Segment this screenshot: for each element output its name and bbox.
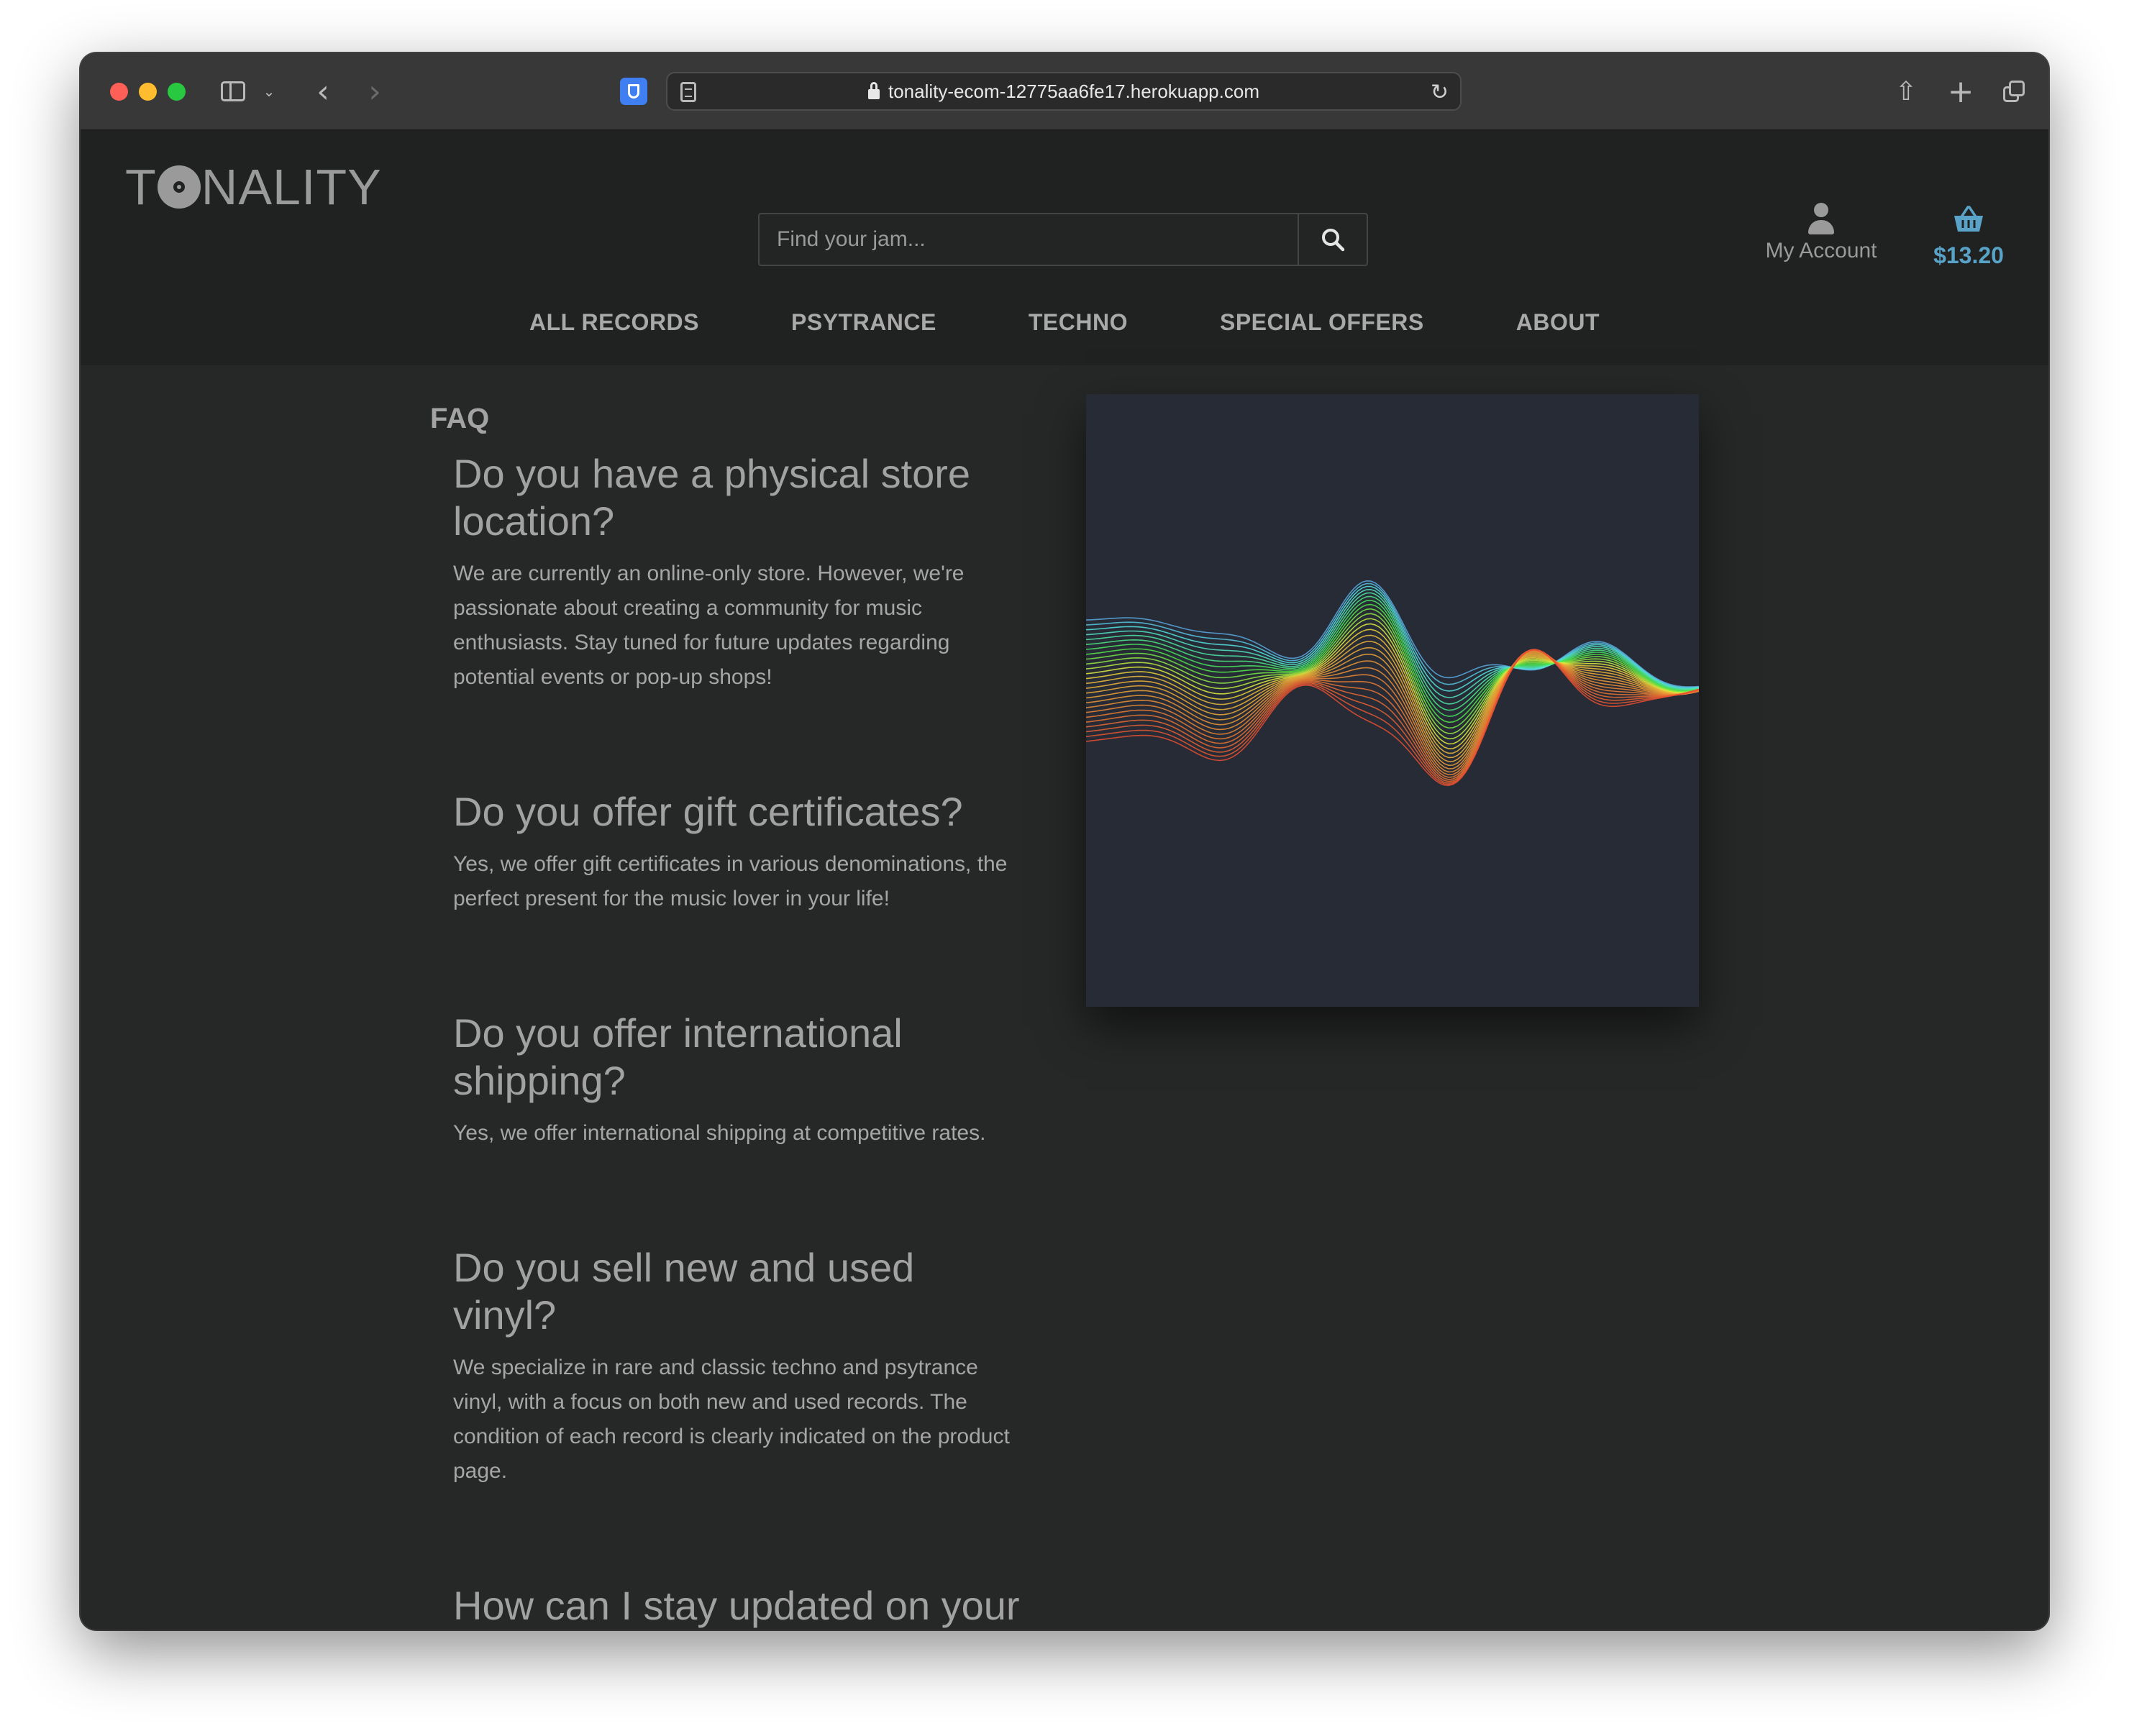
site-header: T NALITY My Account $13.20 bbox=[81, 131, 2048, 365]
shopping-basket-link[interactable]: $13.20 bbox=[1915, 204, 2023, 269]
nav-about[interactable]: ABOUT bbox=[1470, 301, 1646, 344]
close-window-button[interactable] bbox=[110, 83, 128, 101]
sound-wave-graphic bbox=[1085, 580, 1700, 787]
forward-arrow-icon[interactable]: › bbox=[364, 73, 386, 110]
faq-question: How can I stay updated on your latest ar… bbox=[453, 1583, 1020, 1628]
nav-all-records[interactable]: ALL RECORDS bbox=[483, 301, 745, 344]
user-icon bbox=[1807, 203, 1836, 236]
zoom-window-button[interactable] bbox=[168, 83, 186, 101]
faq-item: Do you sell new and used vinyl? We speci… bbox=[453, 1244, 1029, 1489]
share-icon[interactable]: ⇧ bbox=[1892, 75, 1920, 108]
faq-answer: Yes, we offer international shipping at … bbox=[453, 1121, 986, 1145]
reload-icon[interactable]: ↻ bbox=[1431, 80, 1449, 105]
faq-list: Do you have a physical store location? W… bbox=[453, 450, 1029, 1630]
password-manager-extension-icon[interactable] bbox=[620, 78, 647, 105]
faq-answer: Yes, we offer gift certificates in vario… bbox=[453, 852, 1008, 910]
search-icon bbox=[1322, 229, 1345, 252]
basket-icon bbox=[1954, 206, 1983, 232]
my-account-link[interactable]: My Account bbox=[1735, 203, 1907, 263]
lock-icon bbox=[867, 82, 880, 99]
tab-overview-icon[interactable] bbox=[1998, 75, 2030, 108]
url-text: tonality-ecom-12775aa6fe17.herokuapp.com bbox=[888, 80, 1259, 102]
vinyl-disc-logo-icon bbox=[157, 165, 201, 209]
nav-psytrance[interactable]: PSYTRANCE bbox=[745, 301, 983, 344]
browser-window: ⌄ ‹ › tonality-ecom-12775aa6fe17.herokua… bbox=[81, 53, 2048, 1630]
main-navigation: ALL RECORDS PSYTRANCE TECHNO SPECIAL OFF… bbox=[81, 301, 2048, 344]
new-tab-plus-icon[interactable]: + bbox=[1946, 73, 1975, 110]
cart-total: $13.20 bbox=[1933, 242, 2004, 268]
faq-item: Do you offer gift certificates? Yes, we … bbox=[453, 788, 1029, 916]
page-content: FAQ Do you have a physical store locatio… bbox=[81, 365, 2048, 1630]
faq-question: Do you offer gift certificates? bbox=[453, 789, 963, 834]
faq-question: Do you have a physical store location? bbox=[453, 451, 971, 544]
chevron-down-icon[interactable]: ⌄ bbox=[262, 75, 276, 108]
page-title: FAQ bbox=[430, 403, 490, 434]
nav-special-offers[interactable]: SPECIAL OFFERS bbox=[1174, 301, 1470, 344]
faq-answer: We are currently an online-only store. H… bbox=[453, 562, 965, 689]
search-form bbox=[758, 213, 1368, 266]
sidebar-toggle-icon[interactable] bbox=[219, 75, 247, 108]
minimize-window-button[interactable] bbox=[139, 83, 157, 101]
wave-line bbox=[1085, 649, 1700, 784]
sound-wave-illustration bbox=[1085, 394, 1700, 1007]
browser-toolbar: ⌄ ‹ › tonality-ecom-12775aa6fe17.herokua… bbox=[81, 53, 2048, 131]
faq-item: How can I stay updated on your latest ar… bbox=[453, 1582, 1029, 1630]
account-label: My Account bbox=[1765, 239, 1877, 262]
site-logo[interactable]: T NALITY bbox=[125, 158, 382, 216]
nav-techno[interactable]: TECHNO bbox=[983, 301, 1174, 344]
faq-item: Do you offer international shipping? Yes… bbox=[453, 1010, 1029, 1151]
faq-question: Do you sell new and used vinyl? bbox=[453, 1245, 915, 1338]
back-arrow-icon[interactable]: ‹ bbox=[312, 73, 334, 110]
address-bar[interactable]: tonality-ecom-12775aa6fe17.herokuapp.com… bbox=[666, 72, 1462, 111]
search-input[interactable] bbox=[758, 213, 1298, 266]
search-button[interactable] bbox=[1298, 213, 1368, 266]
faq-answer: We specialize in rare and classic techno… bbox=[453, 1356, 1010, 1483]
faq-question: Do you offer international shipping? bbox=[453, 1010, 903, 1103]
faq-item: Do you have a physical store location? W… bbox=[453, 450, 1029, 695]
